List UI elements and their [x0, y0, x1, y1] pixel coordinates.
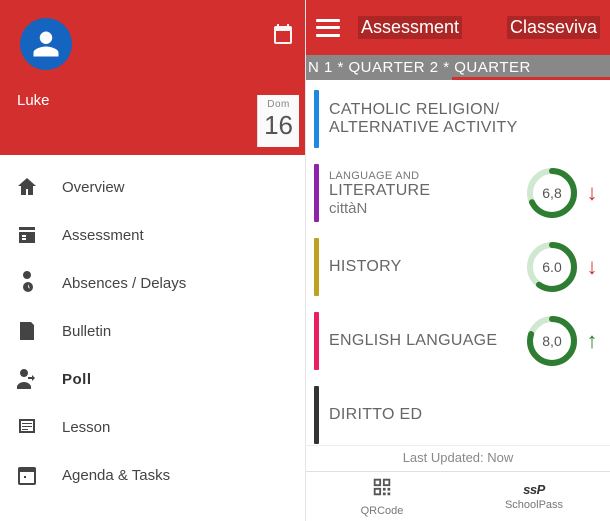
subject-text: LANGUAGE ANDLITERATUREcittàN — [329, 170, 520, 217]
subject-color-bar — [314, 238, 319, 296]
nav-qrcode-label: QRCode — [361, 505, 404, 517]
grade-icon — [14, 222, 40, 248]
sidebar-item-home[interactable]: Overview — [0, 163, 305, 211]
sidebar-item-label: Poll — [62, 371, 92, 388]
subject-name: LITERATURE — [329, 182, 520, 200]
username-label: Luke — [17, 92, 290, 109]
brand-label: Classeviva — [507, 16, 600, 39]
right-header: Assessment Classeviva — [306, 0, 610, 55]
subject-text: DIRITTO ED — [329, 406, 602, 424]
sidebar-item-grade[interactable]: Assessment — [0, 211, 305, 259]
schoolpass-icon: ssP — [523, 482, 545, 497]
subject-name: CATHOLIC RELIGION/ ALTERNATIVE ACTIVITY — [329, 101, 602, 137]
day-tile[interactable]: Dom 16 — [257, 95, 299, 147]
home-icon — [14, 174, 40, 200]
left-header: Luke ▼ Dom 16 — [0, 0, 305, 155]
sidebar-item-poll[interactable]: Poll — [0, 355, 305, 403]
lesson-icon — [14, 414, 40, 440]
sidebar-item-bulletin[interactable]: Bulletin — [0, 307, 305, 355]
subject-name: HISTORY — [329, 258, 520, 276]
subject-color-bar — [314, 312, 319, 370]
sidebar-item-agenda[interactable]: Agenda & Tasks — [0, 451, 305, 499]
day-of-week: Dom — [264, 99, 293, 110]
nav-schoolpass[interactable]: ssP SchoolPass — [458, 472, 610, 521]
bottom-nav: QRCode ssP SchoolPass — [306, 471, 610, 521]
score-value: 8,0 — [526, 315, 578, 367]
subject-name: ENGLISH LANGUAGE — [329, 332, 520, 350]
absence-icon — [14, 270, 40, 296]
nav-schoolpass-label: SchoolPass — [505, 499, 563, 511]
hamburger-icon[interactable] — [316, 19, 340, 37]
avatar[interactable] — [20, 18, 72, 70]
subject-super: LANGUAGE AND — [329, 170, 520, 182]
score-value: 6,8 — [526, 167, 578, 219]
subject-color-bar — [314, 164, 319, 222]
sidebar-item-label: Lesson — [62, 419, 110, 436]
subject-sub: cittàN — [329, 200, 520, 217]
sidebar-item-absence[interactable]: Absences / Delays — [0, 259, 305, 307]
day-number: 16 — [264, 110, 293, 141]
qrcode-icon — [371, 476, 393, 503]
subject-row[interactable]: CATHOLIC RELIGION/ ALTERNATIVE ACTIVITY — [314, 90, 602, 148]
subject-text: CATHOLIC RELIGION/ ALTERNATIVE ACTIVITY — [329, 101, 602, 137]
nav-qrcode[interactable]: QRCode — [306, 472, 458, 521]
sidebar-item-label: Absences / Delays — [62, 275, 186, 292]
person-icon — [31, 29, 61, 59]
sidebar-item-label: Bulletin — [62, 323, 111, 340]
calendar-icon[interactable] — [271, 22, 295, 46]
subject-name: DIRITTO ED — [329, 406, 602, 424]
subject-list: CATHOLIC RELIGION/ ALTERNATIVE ACTIVITY L… — [306, 80, 610, 445]
sidebar-item-lesson[interactable]: Lesson — [0, 403, 305, 451]
left-panel: Luke ▼ Dom 16 Overview Assessment Absences… — [0, 0, 305, 521]
poll-icon — [14, 366, 40, 392]
subject-color-bar — [314, 386, 319, 444]
right-panel: Assessment Classeviva N 1 * QUARTER 2 * … — [305, 0, 610, 521]
page-title: Assessment — [358, 16, 462, 39]
bulletin-icon — [14, 318, 40, 344]
trend-up-icon: ↑ — [582, 328, 602, 354]
subject-row[interactable]: LANGUAGE ANDLITERATUREcittàN6,8↓ — [314, 164, 602, 222]
score-gauge: 6.0 — [526, 241, 578, 293]
sidebar-item-label: Overview — [62, 179, 125, 196]
last-updated-label: Last Updated: Now — [306, 445, 610, 471]
subject-color-bar — [314, 90, 319, 148]
score-gauge: 6,8 — [526, 167, 578, 219]
subject-text: HISTORY — [329, 258, 520, 276]
trend-down-icon: ↓ — [582, 180, 602, 206]
sidebar-item-label: Assessment — [62, 227, 144, 244]
subject-row[interactable]: HISTORY 6.0↓ — [314, 238, 602, 296]
subject-row[interactable]: DIRITTO ED — [314, 386, 602, 444]
sidebar-item-label: Agenda & Tasks — [62, 467, 170, 484]
agenda-icon — [14, 462, 40, 488]
score-value: 6.0 — [526, 241, 578, 293]
trend-down-icon: ↓ — [582, 254, 602, 280]
score-gauge: 8,0 — [526, 315, 578, 367]
side-menu: Overview Assessment Absences / Delays Bulle… — [0, 155, 305, 521]
subject-row[interactable]: ENGLISH LANGUAGE 8,0↑ — [314, 312, 602, 370]
subject-text: ENGLISH LANGUAGE — [329, 332, 520, 350]
